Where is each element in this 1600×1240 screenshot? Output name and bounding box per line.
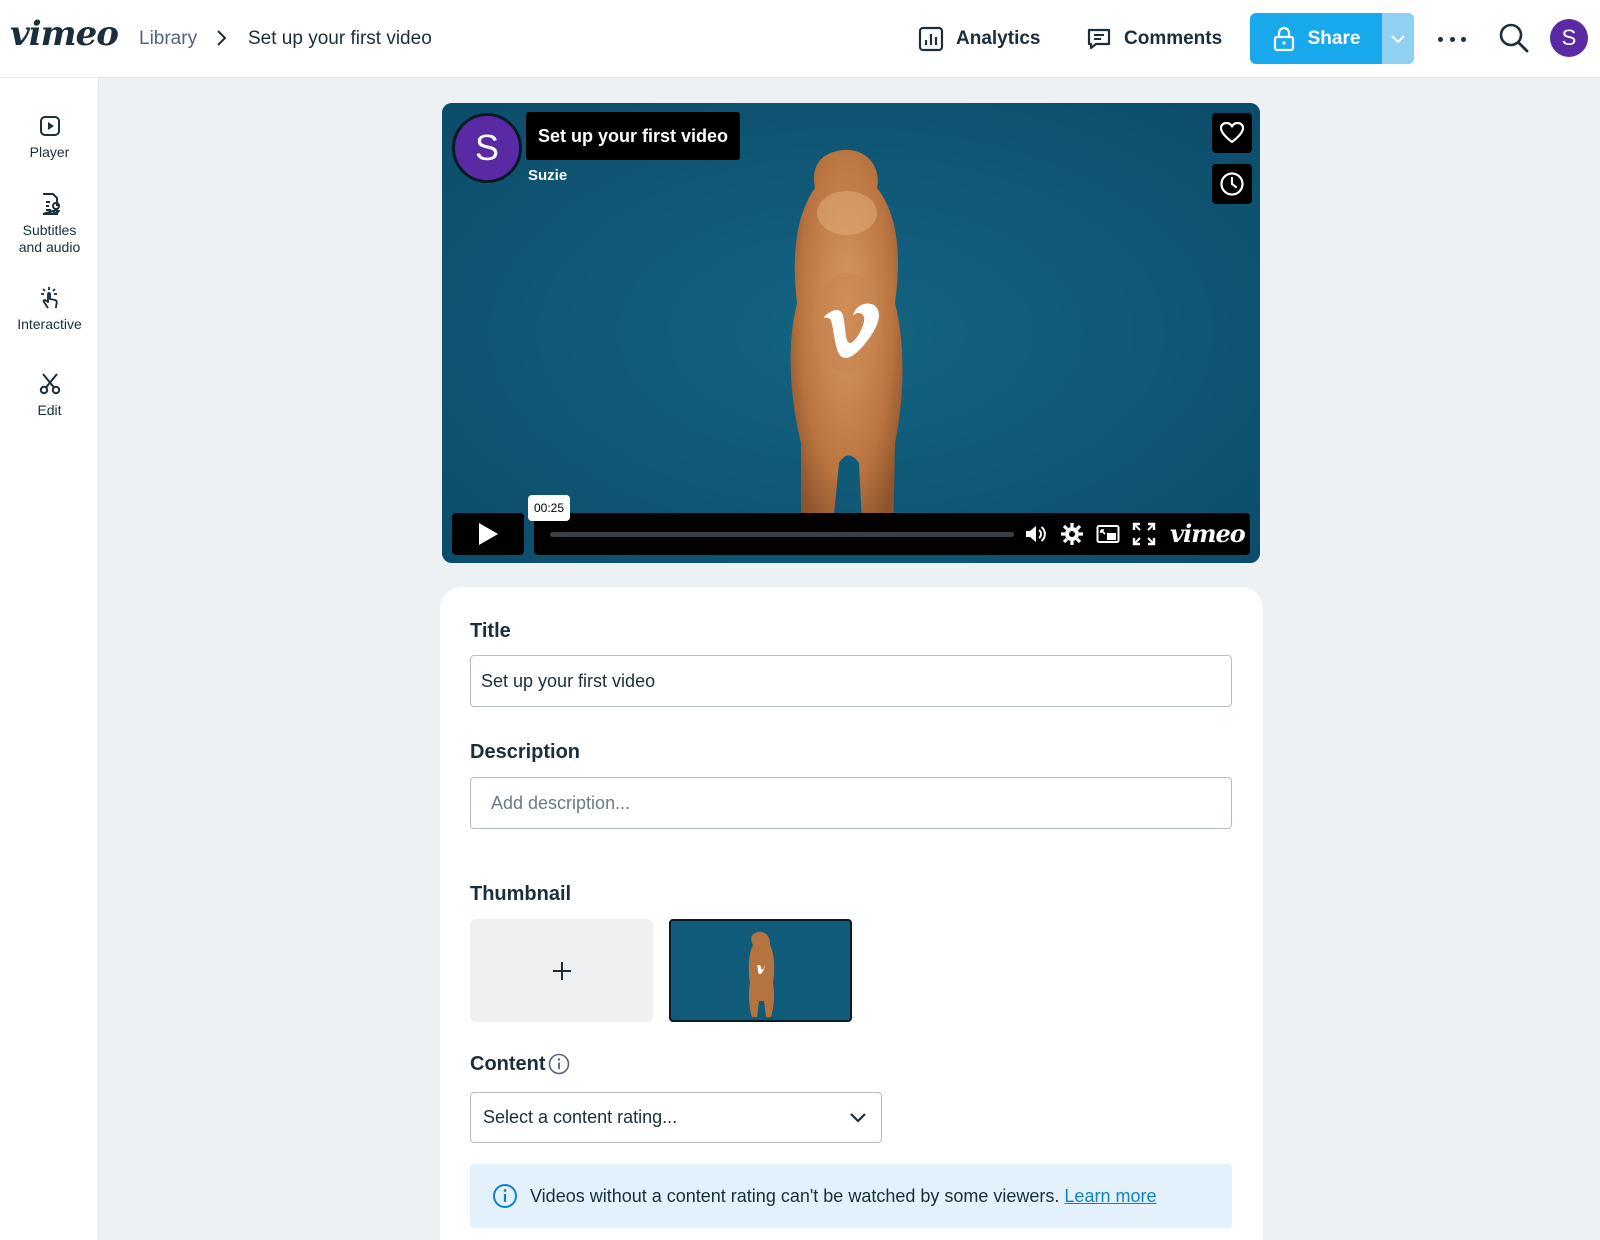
search-icon[interactable] bbox=[1498, 22, 1530, 54]
sidebar-item-interactive[interactable]: Interactive bbox=[0, 286, 99, 333]
scissors-icon bbox=[39, 373, 60, 395]
thumbnail-dog-image bbox=[748, 931, 775, 1017]
content-rating-select[interactable]: Select a content rating... bbox=[470, 1092, 882, 1143]
vimeo-player-logo[interactable]: vimeo bbox=[1170, 519, 1246, 548]
content-rating-notice: Videos without a content rating can't be… bbox=[470, 1164, 1232, 1228]
sidebar-item-label: Interactive bbox=[17, 316, 82, 332]
sidebar-item-edit[interactable]: Edit bbox=[0, 372, 99, 419]
sidebar-item-label: Edit bbox=[37, 402, 62, 418]
title-input[interactable] bbox=[470, 655, 1232, 707]
share-dropdown-button[interactable] bbox=[1382, 13, 1414, 64]
watch-later-button[interactable] bbox=[1212, 164, 1252, 204]
fullscreen-icon[interactable] bbox=[1132, 522, 1156, 546]
notice-text: Videos without a content rating can't be… bbox=[530, 1185, 1157, 1206]
thumbnail-label: Thumbnail bbox=[470, 883, 572, 905]
progress-bar[interactable] bbox=[550, 532, 1014, 537]
video-owner-name[interactable]: Suzie bbox=[528, 167, 567, 184]
plus-icon bbox=[552, 961, 571, 980]
analytics-button[interactable]: Analytics bbox=[918, 22, 1040, 56]
comments-button[interactable]: Comments bbox=[1086, 22, 1222, 56]
info-circle-icon bbox=[493, 1184, 517, 1208]
chevron-down-icon bbox=[1391, 34, 1405, 43]
share-label: Share bbox=[1307, 27, 1361, 49]
lock-icon bbox=[1273, 26, 1294, 51]
settings-gear-icon[interactable] bbox=[1060, 522, 1084, 546]
user-avatar[interactable]: S bbox=[1550, 19, 1588, 57]
tap-icon bbox=[40, 287, 58, 309]
sidebar-item-label: Subtitles and audio bbox=[18, 222, 81, 255]
player-controls: vimeo bbox=[534, 513, 1250, 555]
top-bar: vimeo Library Set up your first video An… bbox=[0, 0, 1600, 78]
channel-avatar[interactable]: S bbox=[452, 113, 522, 183]
play-button[interactable] bbox=[452, 513, 524, 555]
control-icons bbox=[1024, 522, 1156, 546]
heart-icon bbox=[1219, 121, 1245, 144]
sidebar: Player Subtitles and audio Interactive E… bbox=[0, 78, 99, 1240]
analytics-label: Analytics bbox=[956, 28, 1041, 49]
learn-more-link[interactable]: Learn more bbox=[1064, 1186, 1156, 1206]
video-title-overlay[interactable]: Set up your first video bbox=[526, 112, 741, 160]
clock-icon bbox=[1220, 172, 1244, 196]
vimeo-v-icon bbox=[824, 303, 879, 358]
more-options-button[interactable] bbox=[1438, 26, 1466, 52]
sidebar-item-subtitles[interactable]: Subtitles and audio bbox=[0, 192, 99, 256]
like-button[interactable] bbox=[1212, 113, 1252, 153]
share-button[interactable]: Share bbox=[1250, 13, 1382, 64]
info-icon[interactable] bbox=[548, 1053, 570, 1075]
subtitles-icon bbox=[42, 193, 60, 215]
video-details-card: Title Description Thumbnail Content Sele… bbox=[440, 587, 1263, 1240]
video-player[interactable]: S Set up your first video Suzie vimeo 00… bbox=[442, 103, 1260, 563]
title-label: Title bbox=[470, 620, 511, 642]
sidebar-item-player[interactable]: Player bbox=[0, 114, 99, 161]
breadcrumb-current: Set up your first video bbox=[248, 28, 432, 49]
thumbnail-option[interactable] bbox=[669, 919, 852, 1022]
time-tooltip: 00:25 bbox=[528, 495, 571, 521]
volume-icon[interactable] bbox=[1024, 522, 1048, 546]
description-label: Description bbox=[470, 741, 581, 763]
add-thumbnail-button[interactable] bbox=[470, 919, 653, 1022]
picture-in-picture-icon[interactable] bbox=[1096, 522, 1120, 546]
content-rating-value: Select a content rating... bbox=[483, 1107, 678, 1127]
comment-icon bbox=[1087, 28, 1111, 50]
description-input[interactable] bbox=[470, 777, 1232, 829]
vimeo-logo[interactable]: vimeo bbox=[10, 14, 119, 54]
chevron-right-icon bbox=[217, 30, 227, 46]
share-split-button: Share bbox=[1250, 13, 1414, 64]
analytics-icon bbox=[918, 26, 944, 52]
breadcrumb-library[interactable]: Library bbox=[139, 28, 197, 50]
content-label: Content bbox=[470, 1053, 546, 1075]
comments-label: Comments bbox=[1124, 28, 1223, 49]
play-square-icon bbox=[39, 116, 60, 136]
chevron-down-icon bbox=[850, 1112, 866, 1123]
sidebar-item-label: Player bbox=[29, 144, 70, 160]
play-icon bbox=[479, 523, 498, 545]
